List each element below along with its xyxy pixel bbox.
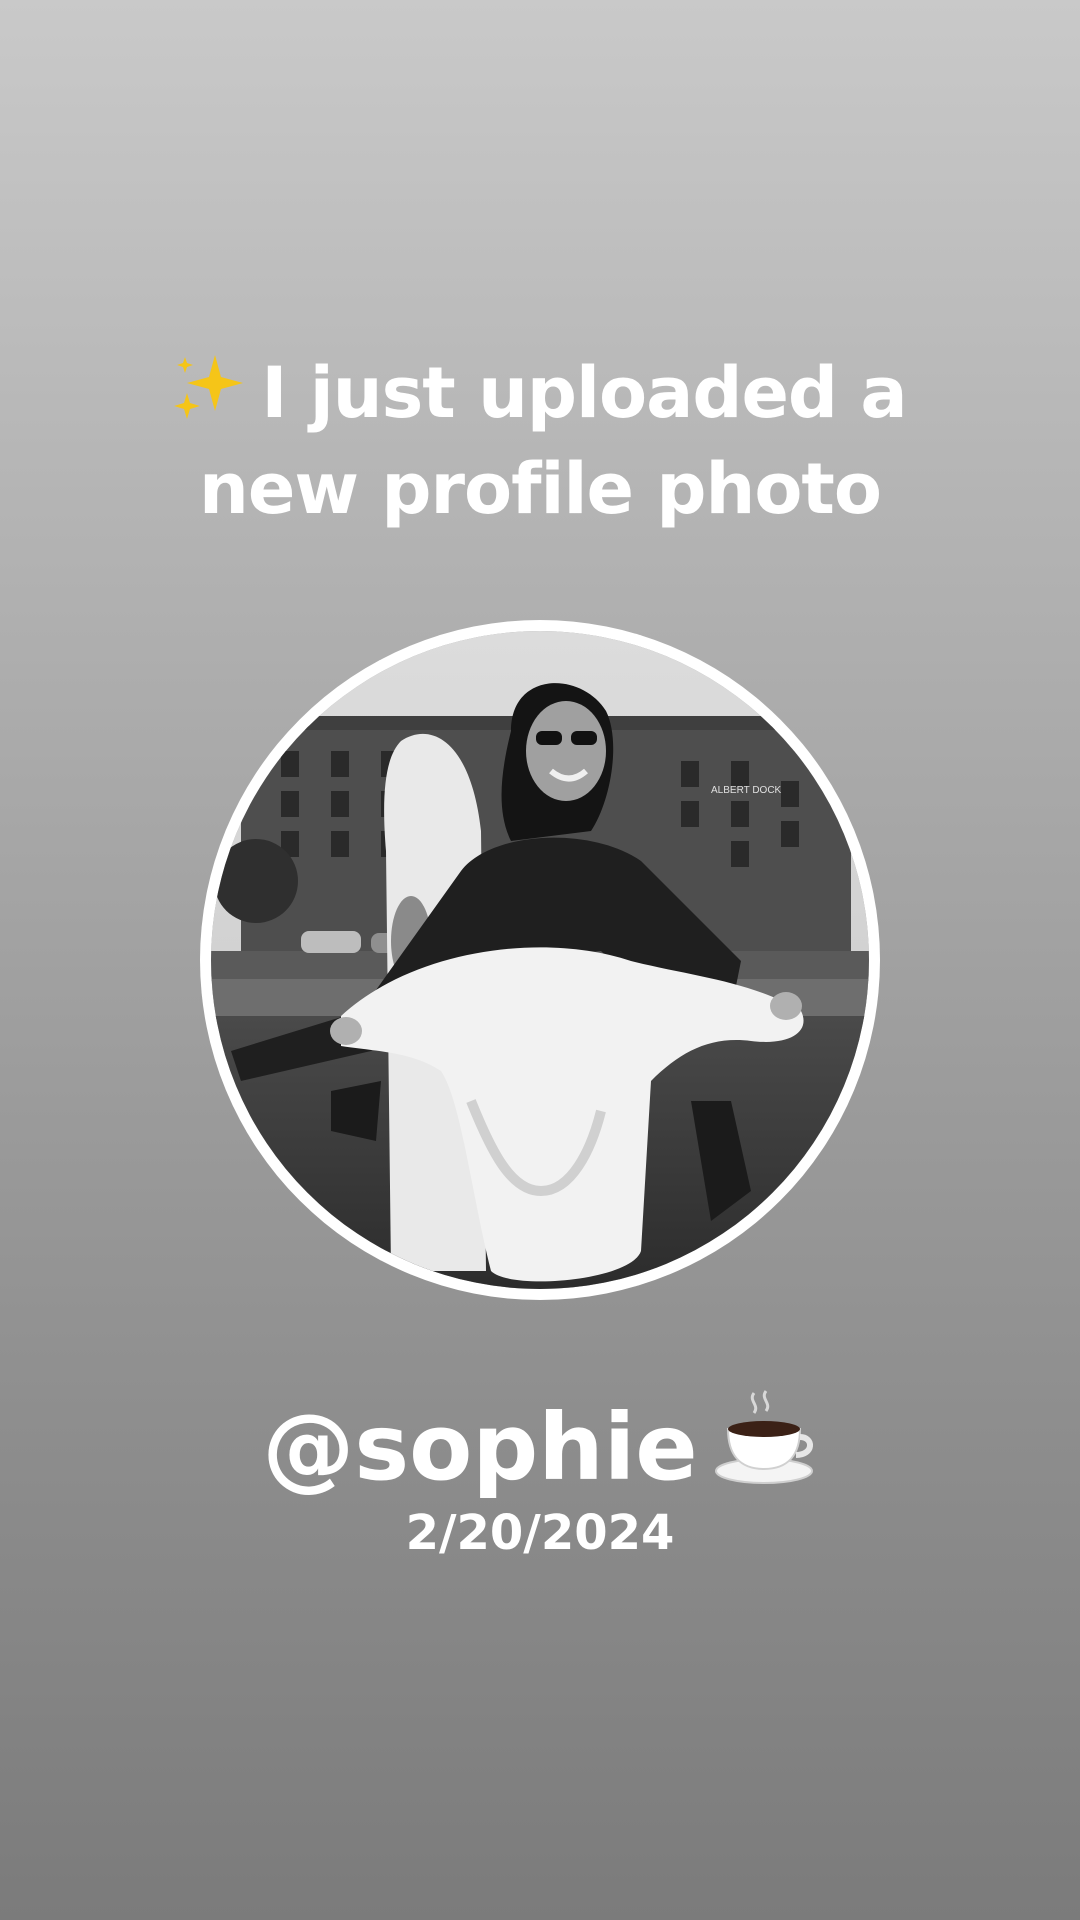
user-handle: @sophie bbox=[262, 1394, 698, 1501]
story-screen: I just uploaded a new profile photo ALBE… bbox=[0, 0, 1080, 1920]
headline-text-1: I just uploaded a bbox=[261, 352, 907, 434]
sparkles-icon bbox=[173, 351, 245, 423]
storefront-sign: ALBERT DOCK bbox=[711, 785, 782, 796]
post-date: 2/20/2024 bbox=[405, 1505, 675, 1561]
headline-line-1: I just uploaded a bbox=[90, 345, 990, 441]
profile-photo-frame: ALBERT DOCK bbox=[200, 620, 880, 1300]
headline-line-2: new profile photo bbox=[199, 448, 882, 530]
profile-photo: ALBERT DOCK bbox=[211, 631, 869, 1289]
coffee-cup-icon bbox=[714, 1385, 818, 1489]
username: @sophie bbox=[90, 1385, 990, 1503]
headline: I just uploaded a new profile photo bbox=[90, 345, 990, 537]
